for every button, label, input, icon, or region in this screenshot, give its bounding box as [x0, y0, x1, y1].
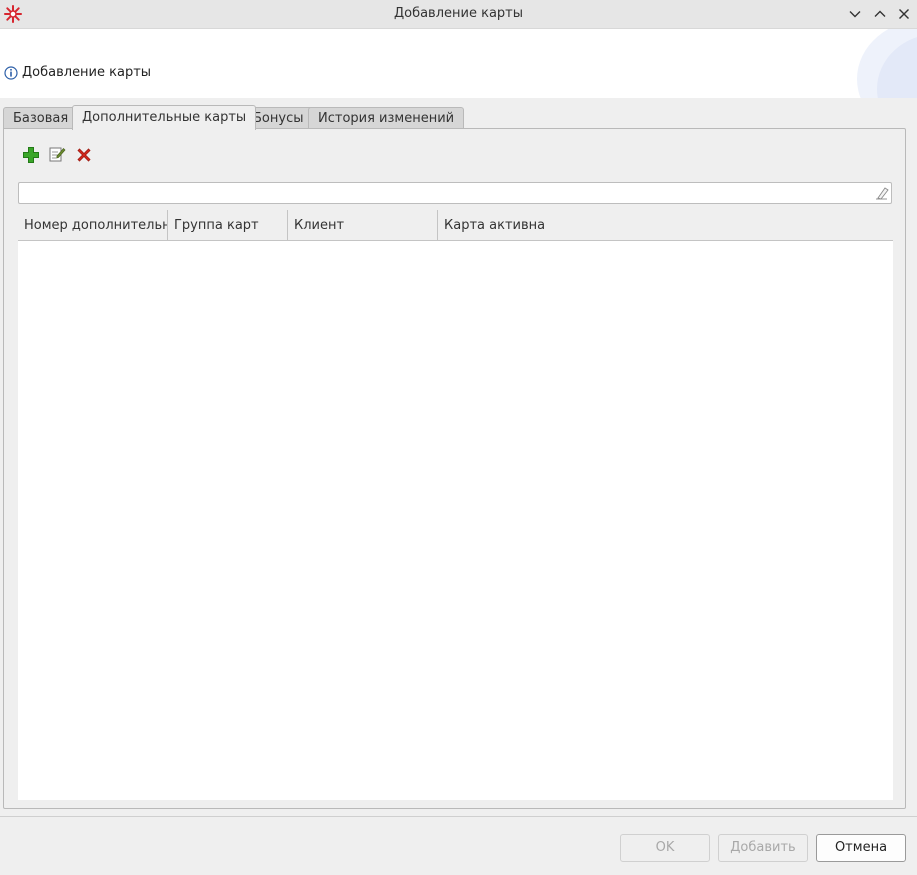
title-bar[interactable]: Добавление карты: [0, 0, 917, 29]
chevron-down-icon: [849, 11, 861, 18]
close-button[interactable]: [895, 5, 913, 23]
ok-button[interactable]: OK: [620, 834, 710, 862]
search-field[interactable]: [18, 182, 892, 204]
cards-table[interactable]: Номер дополнительн Группа карт Клиент Ка…: [18, 210, 893, 800]
search-input[interactable]: [23, 185, 867, 203]
delete-icon[interactable]: [75, 146, 93, 164]
column-header-client[interactable]: Клиент: [288, 210, 438, 240]
banner-title: Добавление карты: [22, 65, 152, 80]
tab-panel: Номер дополнительн Группа карт Клиент Ка…: [3, 128, 906, 809]
tab-basic[interactable]: Базовая: [3, 107, 79, 129]
tab-history[interactable]: История изменений: [308, 107, 465, 129]
banner-decoration: [857, 29, 917, 98]
cancel-button[interactable]: Отмена: [816, 834, 906, 862]
tab-label: Дополнительные карты: [82, 110, 247, 125]
dialog-window: Добавление карты Добавление карты Базова…: [0, 0, 917, 875]
edit-icon[interactable]: [48, 145, 66, 163]
add-icon[interactable]: [22, 146, 40, 164]
footer-divider: [0, 816, 917, 817]
add-button[interactable]: Добавить: [718, 834, 808, 862]
tab-label: Базовая: [13, 111, 69, 126]
close-icon: [899, 9, 909, 19]
minimize-button[interactable]: [846, 5, 864, 23]
table-header: Номер дополнительн Группа карт Клиент Ка…: [18, 210, 893, 241]
header-banner: Добавление карты: [0, 29, 917, 98]
column-header-card-group[interactable]: Группа карт: [168, 210, 288, 240]
maximize-button[interactable]: [871, 5, 889, 23]
column-header-card-number[interactable]: Номер дополнительн: [18, 210, 168, 240]
tab-additional-cards[interactable]: Дополнительные карты: [72, 105, 257, 130]
info-icon: [4, 66, 18, 80]
tab-label: Бонусы: [253, 111, 304, 126]
window-title: Добавление карты: [393, 6, 524, 21]
tab-label: История изменений: [318, 111, 455, 126]
eraser-icon[interactable]: [875, 186, 889, 200]
column-header-card-active[interactable]: Карта активна: [438, 210, 893, 240]
chevron-up-icon: [874, 10, 886, 17]
